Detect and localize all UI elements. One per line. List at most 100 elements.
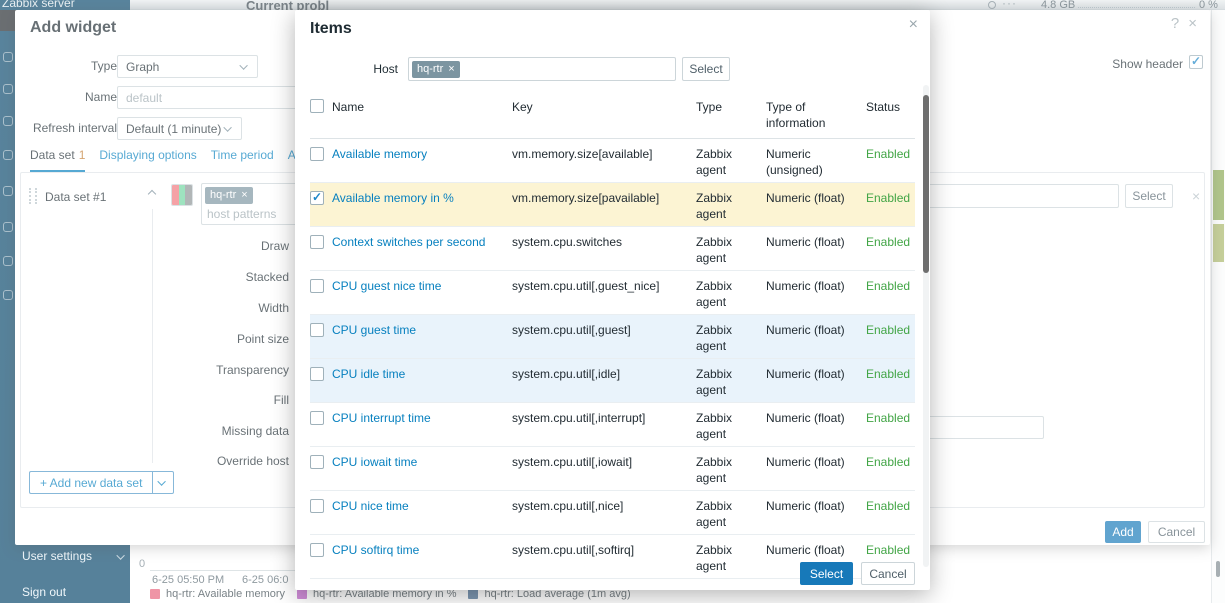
item-name-link[interactable]: CPU guest nice time xyxy=(332,278,441,294)
item-name-cell: Context switches per second xyxy=(332,234,512,250)
refresh-interval-select[interactable]: Default (1 minute) xyxy=(117,117,242,140)
table-row: CPU idle timesystem.cpu.util[,idle]Zabbi… xyxy=(310,359,915,403)
item-name-link[interactable]: CPU guest time xyxy=(332,322,416,338)
item-type-cell: Zabbix agent xyxy=(696,146,766,178)
item-status-cell: Enabled xyxy=(866,410,918,426)
swatch-stripe xyxy=(172,185,179,205)
type-label: Type xyxy=(22,59,117,73)
tab-label: Data set xyxy=(30,148,75,162)
item-key-cell: system.cpu.util[,interrupt] xyxy=(512,410,696,426)
add-new-data-set-menu[interactable] xyxy=(152,471,174,494)
tag-remove-icon[interactable]: × xyxy=(241,189,247,202)
item-type-cell: Zabbix agent xyxy=(696,278,766,310)
item-info-cell: Numeric (unsigned) xyxy=(766,146,866,178)
select-button[interactable]: Select xyxy=(800,562,853,585)
tab-time-period[interactable]: Time period xyxy=(211,148,274,172)
table-row: Available memory in % vm.memory.size[pava… xyxy=(310,183,915,227)
help-icon[interactable]: ? xyxy=(1171,15,1179,32)
scrollbar-thumb[interactable] xyxy=(923,95,929,273)
row-checkbox[interactable] xyxy=(310,411,324,425)
cancel-button[interactable]: Cancel xyxy=(861,562,915,585)
sidebar-icon-hint xyxy=(3,256,13,266)
column-header-key[interactable]: Key xyxy=(512,99,696,115)
row-checkbox[interactable] xyxy=(310,455,324,469)
add-button[interactable]: Add xyxy=(1105,521,1141,543)
item-select-button[interactable]: Select xyxy=(1125,184,1173,208)
chevron-down-icon xyxy=(117,551,125,559)
item-status-cell: Enabled xyxy=(866,322,918,338)
item-info-cell: Numeric (float) xyxy=(766,322,866,338)
sidebar-item-sign-out[interactable]: Sign out xyxy=(22,585,66,599)
more-options-icon[interactable]: ··· xyxy=(1002,0,1017,10)
item-name-link[interactable]: CPU nice time xyxy=(332,498,409,514)
color-palette-swatch[interactable] xyxy=(171,184,193,206)
item-name-cell: CPU guest nice time xyxy=(332,278,512,294)
row-checkbox[interactable] xyxy=(310,279,324,293)
chevron-down-icon xyxy=(239,61,247,69)
gear-icon[interactable] xyxy=(988,1,996,9)
type-select[interactable]: Graph xyxy=(117,55,258,78)
item-status-cell: Enabled xyxy=(866,146,918,162)
item-name-cell: CPU iowait time xyxy=(332,454,512,470)
item-key-cell: vm.memory.size[pavailable] xyxy=(512,190,696,206)
chevron-down-icon xyxy=(223,123,231,131)
tag-remove-icon[interactable]: × xyxy=(448,63,454,76)
item-name-link[interactable]: CPU idle time xyxy=(332,366,405,382)
scrollbar-thumb[interactable] xyxy=(1216,561,1220,577)
item-info-cell: Numeric (float) xyxy=(766,542,866,558)
column-header-name[interactable]: Name xyxy=(332,99,512,115)
item-info-cell: Numeric (float) xyxy=(766,190,866,206)
item-name-link[interactable]: CPU interrupt time xyxy=(332,410,431,426)
item-name-link[interactable]: Available memory in % xyxy=(332,190,454,206)
item-name-link[interactable]: CPU iowait time xyxy=(332,454,417,470)
collapse-icon[interactable] xyxy=(148,190,156,198)
item-type-cell: Zabbix agent xyxy=(696,498,766,530)
item-type-cell: Zabbix agent xyxy=(696,234,766,266)
item-status-cell: Enabled xyxy=(866,278,918,294)
close-icon[interactable]: × xyxy=(1188,15,1197,32)
row-checkbox[interactable] xyxy=(310,499,324,513)
field-label-transparency: Transparency xyxy=(27,363,289,377)
select-all-checkbox[interactable] xyxy=(310,99,324,113)
table-row: Available memoryvm.memory.size[available… xyxy=(310,139,915,183)
item-name-link[interactable]: CPU softirq time xyxy=(332,542,419,558)
row-checkbox[interactable] xyxy=(310,235,324,249)
tab-displaying-options[interactable]: Displaying options xyxy=(99,148,196,172)
tab-label: Displaying options xyxy=(99,148,196,162)
dashboard-right-edge xyxy=(1211,10,1225,603)
row-checkbox[interactable] xyxy=(310,367,324,381)
host-select-button[interactable]: Select xyxy=(682,57,730,81)
add-new-data-set-label[interactable]: + Add new data set xyxy=(29,471,152,494)
sidebar-icon-hint xyxy=(3,84,13,94)
tab-data-set[interactable]: Data set1 xyxy=(30,148,85,172)
sidebar-icon-hint xyxy=(3,52,13,62)
close-icon[interactable]: × xyxy=(909,16,918,34)
item-info-cell: Numeric (float) xyxy=(766,278,866,294)
drag-handle-icon[interactable] xyxy=(29,188,37,204)
remove-icon[interactable]: × xyxy=(1192,188,1200,204)
row-checkbox[interactable] xyxy=(310,191,324,205)
field-label-stacked: Stacked xyxy=(27,270,289,284)
host-tag: hq-rtr × xyxy=(205,187,253,204)
host-label: Host xyxy=(310,62,398,76)
row-checkbox[interactable] xyxy=(310,147,324,161)
item-status-cell: Enabled xyxy=(866,366,918,382)
item-name-link[interactable]: Available memory xyxy=(332,146,427,162)
cancel-button[interactable]: Cancel xyxy=(1148,521,1205,543)
add-new-data-set-button[interactable]: + Add new data set xyxy=(29,471,174,494)
host-input[interactable]: hq-rtr × xyxy=(408,57,676,81)
row-checkbox[interactable] xyxy=(310,323,324,337)
graph-x-tick: 6-25 05:50 PM xyxy=(152,574,224,586)
item-name-cell: CPU idle time xyxy=(332,366,512,382)
column-header-type: Type xyxy=(696,99,766,115)
item-status-cell: Enabled xyxy=(866,234,918,250)
item-name-link[interactable]: Context switches per second xyxy=(332,234,485,250)
sign-out-label: Sign out xyxy=(22,585,66,599)
sidebar-item-user-settings[interactable]: User settings xyxy=(22,549,125,563)
item-type-cell: Zabbix agent xyxy=(696,542,766,574)
show-header-checkbox[interactable] xyxy=(1189,55,1203,69)
row-checkbox[interactable] xyxy=(310,543,324,557)
item-name-cell: CPU guest time xyxy=(332,322,512,338)
column-header-status: Status xyxy=(866,99,915,115)
legend-swatch xyxy=(468,589,478,599)
